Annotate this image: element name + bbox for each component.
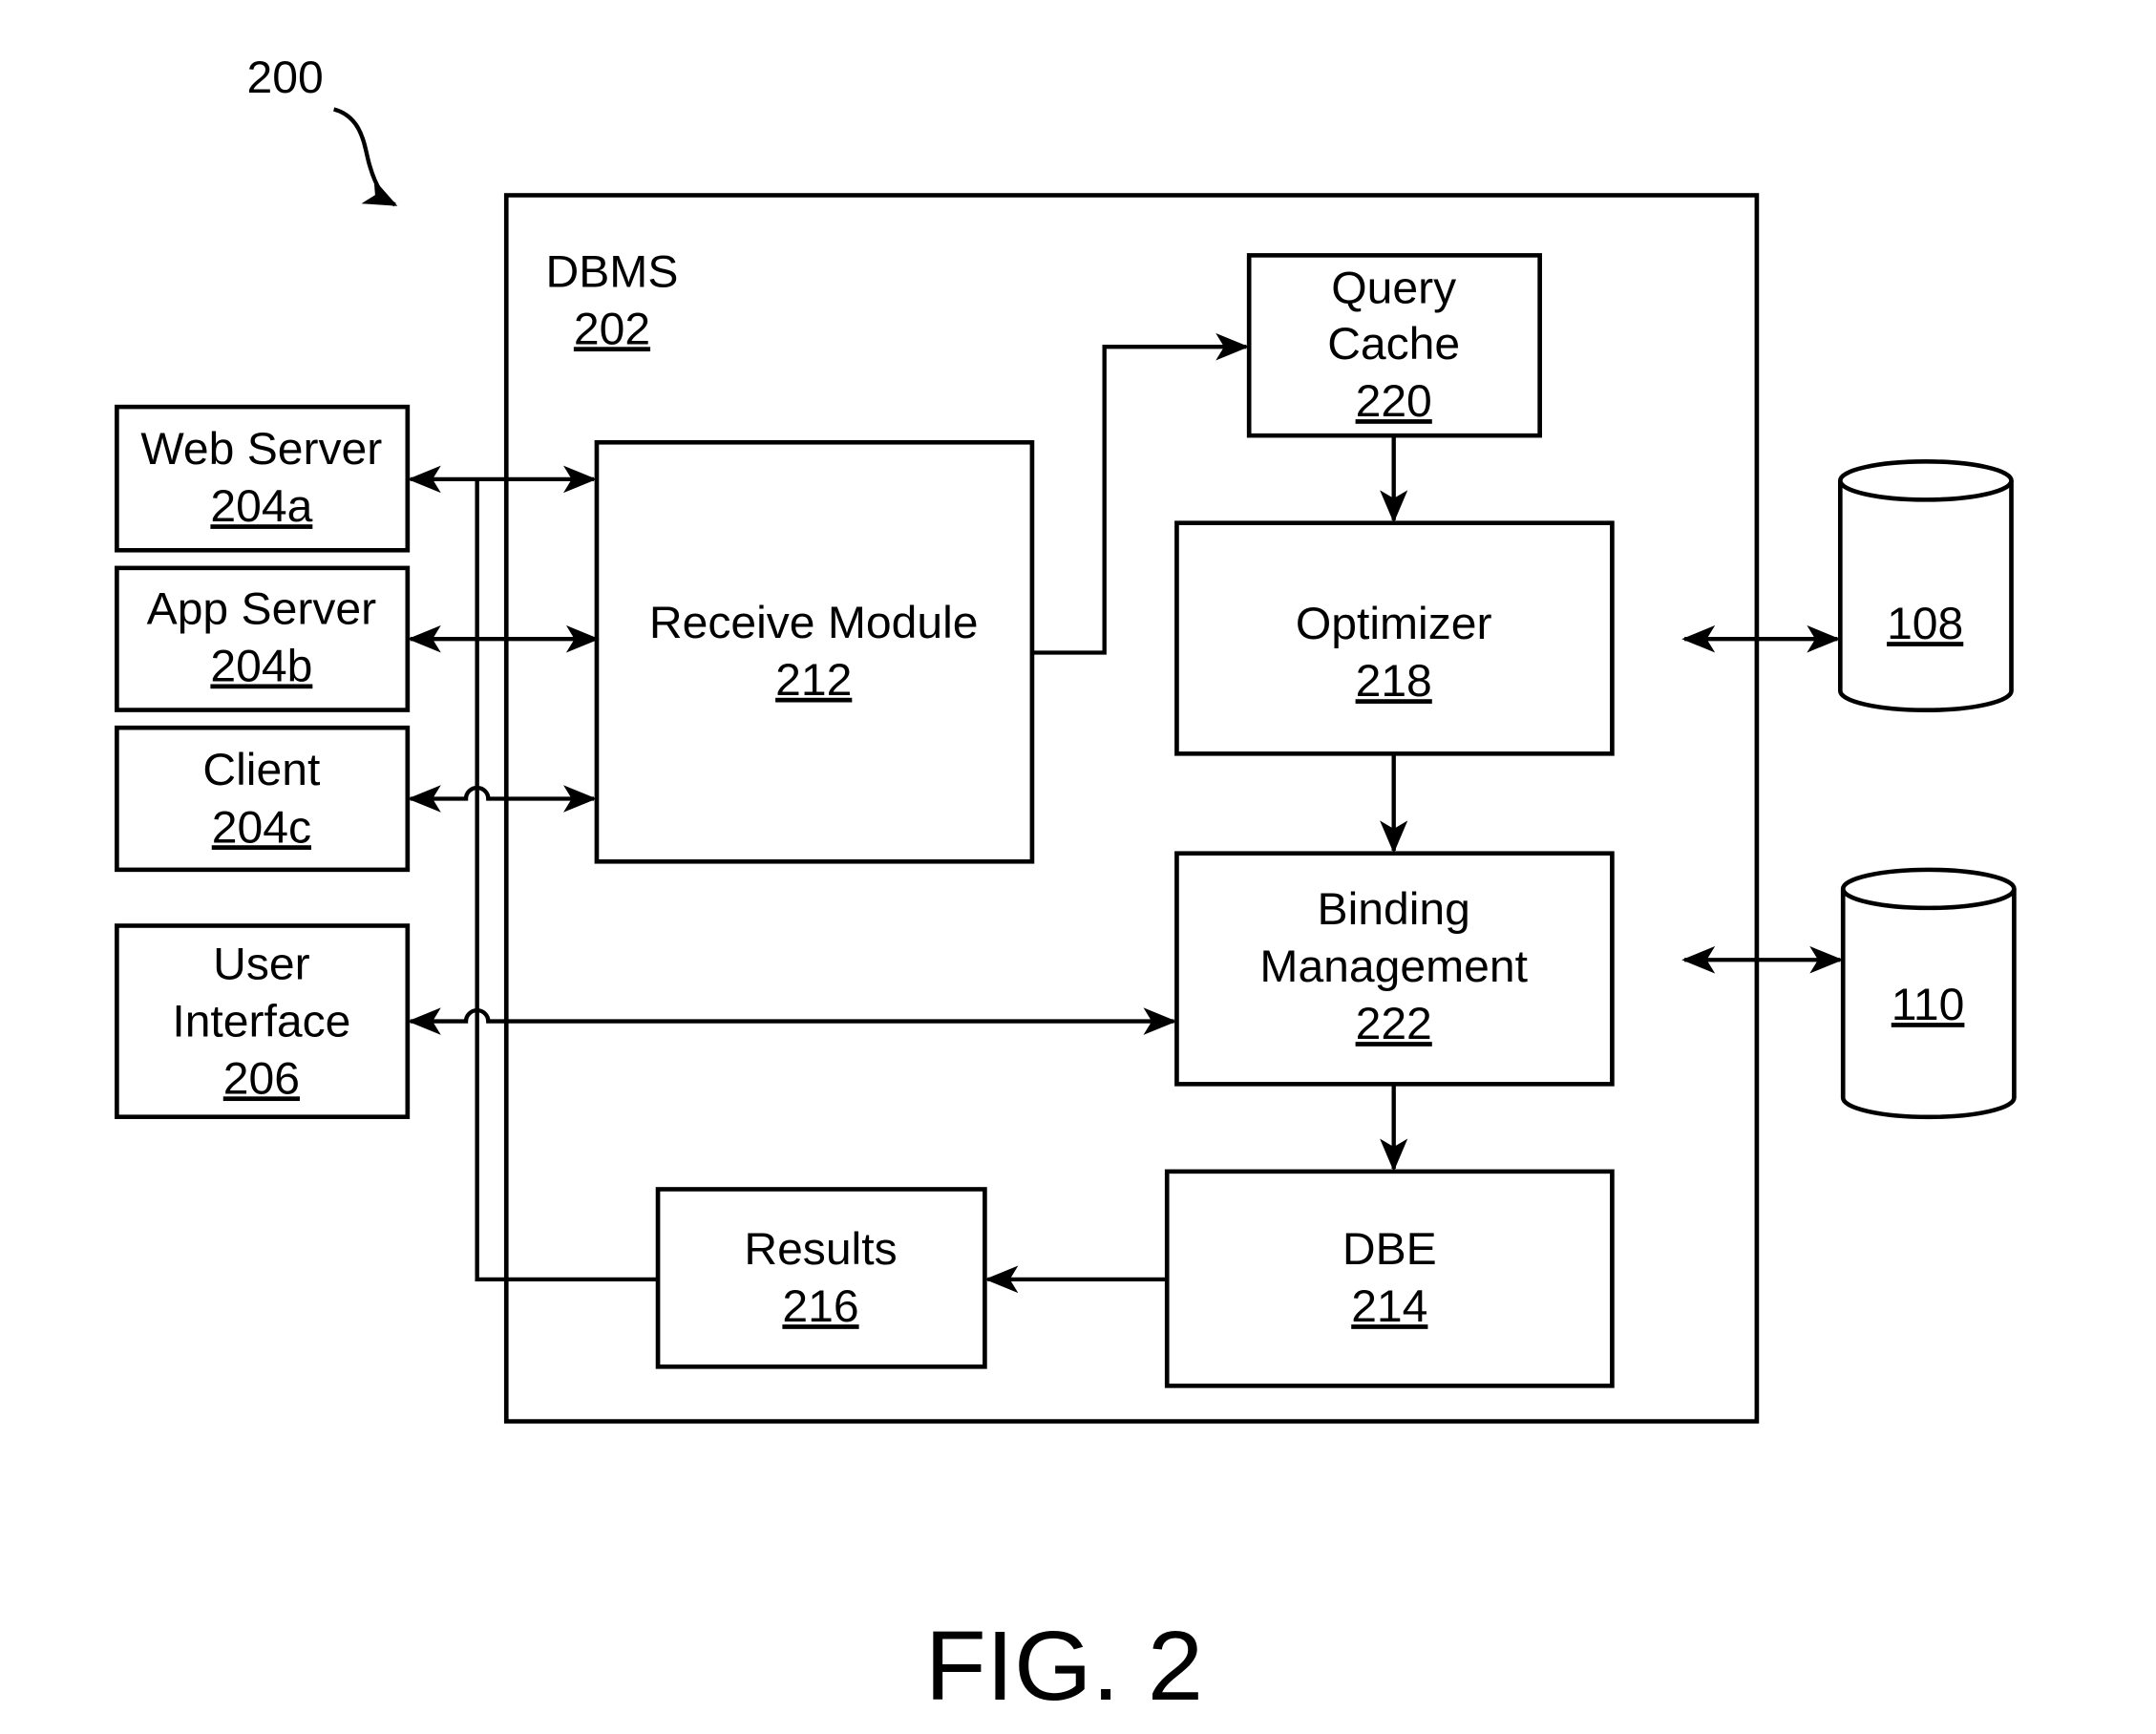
receive-module-number: 212 — [775, 655, 852, 706]
database-110-number: 110 — [1892, 981, 1965, 1031]
database-110-icon: 110 — [1840, 867, 2017, 1120]
dbe-number: 214 — [1351, 1282, 1427, 1333]
database-108-number: 108 — [1887, 600, 1963, 650]
results-box: Results 216 — [655, 1187, 987, 1369]
dbms-label: DBMS — [546, 247, 679, 298]
web-server-label: Web Server — [140, 425, 382, 476]
results-number: 216 — [782, 1282, 858, 1333]
user-interface-number: 206 — [223, 1054, 300, 1105]
app-server-label: App Server — [147, 584, 377, 635]
binding-management-label-line2: Management — [1259, 942, 1528, 993]
web-server-number: 204a — [210, 482, 312, 533]
optimizer-box: Optimizer 218 — [1174, 520, 1615, 756]
binding-management-number: 222 — [1356, 1000, 1432, 1050]
results-label: Results — [744, 1224, 897, 1275]
patent-diagram: 200 DBMS 202 Web Server 204a App Server … — [115, 53, 2017, 1722]
query-cache-label-line2: Cache — [1327, 319, 1460, 370]
web-server-box: Web Server 204a — [115, 404, 411, 553]
figure-reference-arrow — [332, 107, 398, 207]
optimizer-label: Optimizer — [1296, 600, 1492, 650]
client-label: Client — [202, 746, 320, 796]
figure-reference-number: 200 — [247, 53, 324, 104]
user-interface-label-line1: User — [213, 940, 310, 990]
user-interface-box: User Interface 206 — [115, 923, 411, 1119]
client-box: Client 204c — [115, 725, 411, 873]
figure-caption: FIG. 2 — [925, 1612, 1203, 1722]
app-server-box: App Server 204b — [115, 565, 411, 712]
binding-management-label-line1: Binding — [1318, 884, 1470, 935]
dbms-number: 202 — [574, 305, 650, 355]
query-cache-label-line1: Query — [1331, 264, 1456, 314]
database-108-icon: 108 — [1837, 459, 2014, 713]
user-interface-label-line2: Interface — [172, 997, 350, 1047]
query-cache-box: Query Cache 220 — [1246, 253, 1542, 438]
dbe-box: DBE 214 — [1164, 1169, 1615, 1388]
receive-module-label: Receive Module — [649, 598, 979, 648]
app-server-number: 204b — [210, 642, 312, 692]
binding-management-box: Binding Management 222 — [1174, 851, 1615, 1087]
receive-module-box: Receive Module 212 — [594, 440, 1035, 864]
client-number: 204c — [212, 803, 311, 854]
optimizer-number: 218 — [1356, 657, 1432, 708]
dbe-label: DBE — [1342, 1224, 1437, 1275]
query-cache-number: 220 — [1356, 377, 1432, 428]
